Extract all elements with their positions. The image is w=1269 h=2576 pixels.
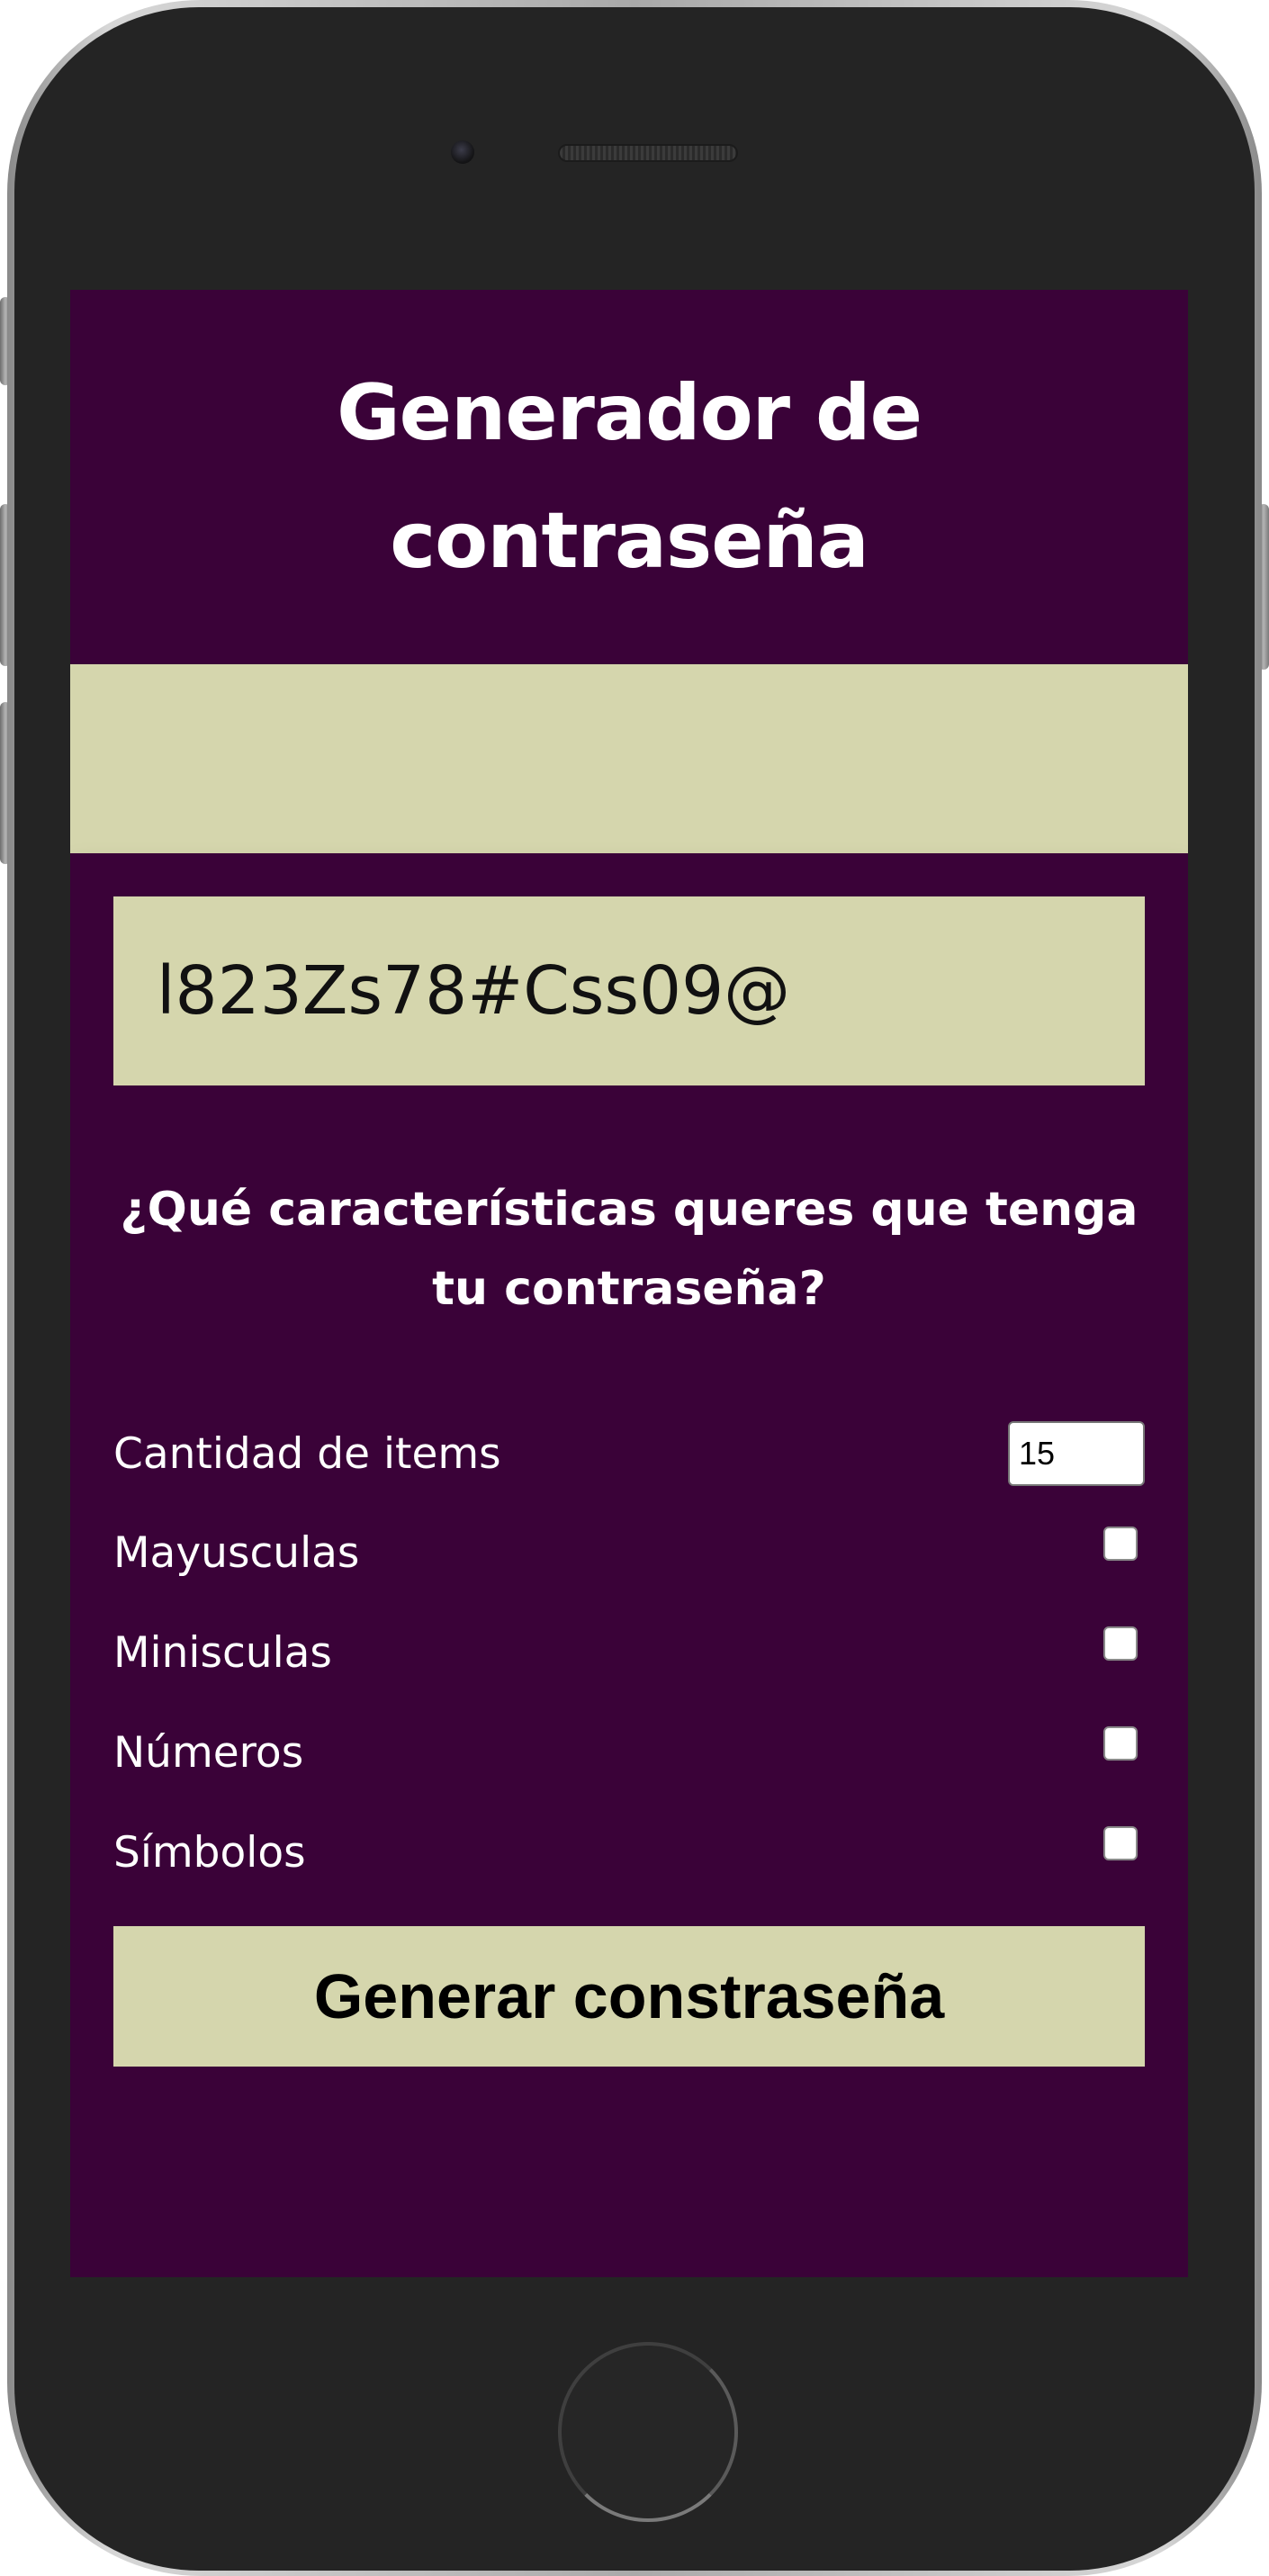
- lowercase-checkbox[interactable]: [1103, 1626, 1138, 1661]
- option-row-lowercase: Minisculas: [113, 1617, 1145, 1689]
- numbers-label: Números: [113, 1727, 304, 1778]
- uppercase-label: Mayusculas: [113, 1527, 360, 1578]
- option-row-symbols: Símbolos: [113, 1816, 1145, 1888]
- quantity-input[interactable]: [1008, 1421, 1145, 1486]
- app-header: Generador de contraseña: [70, 290, 1188, 664]
- page-title: Generador de contraseña: [337, 368, 922, 586]
- generated-password[interactable]: l823Zs78#Css09@: [157, 952, 790, 1030]
- option-row-uppercase: Mayusculas: [113, 1517, 1145, 1589]
- uppercase-checkbox[interactable]: [1103, 1527, 1138, 1561]
- password-display[interactable]: l823Zs78#Css09@: [113, 896, 1145, 1085]
- option-row-numbers: Números: [113, 1716, 1145, 1788]
- generate-password-button[interactable]: Generar constraseña: [113, 1926, 1145, 2067]
- symbols-checkbox[interactable]: [1103, 1826, 1138, 1860]
- quantity-label: Cantidad de items: [113, 1428, 501, 1479]
- symbols-label: Símbolos: [113, 1827, 306, 1878]
- home-button[interactable]: [558, 2342, 738, 2522]
- option-row-quantity: Cantidad de items: [113, 1418, 1145, 1490]
- options-heading: ¿Qué características queres que tenga tu…: [120, 1183, 1138, 1316]
- phone-screen: Generador de contraseña l823Zs78#Css09@ …: [70, 290, 1188, 2277]
- generator-card: l823Zs78#Css09@ ¿Qué características que…: [70, 853, 1188, 2277]
- front-camera-icon: [451, 140, 474, 164]
- lowercase-label: Minisculas: [113, 1627, 332, 1678]
- numbers-checkbox[interactable]: [1103, 1726, 1138, 1761]
- speaker-grille: [558, 144, 738, 162]
